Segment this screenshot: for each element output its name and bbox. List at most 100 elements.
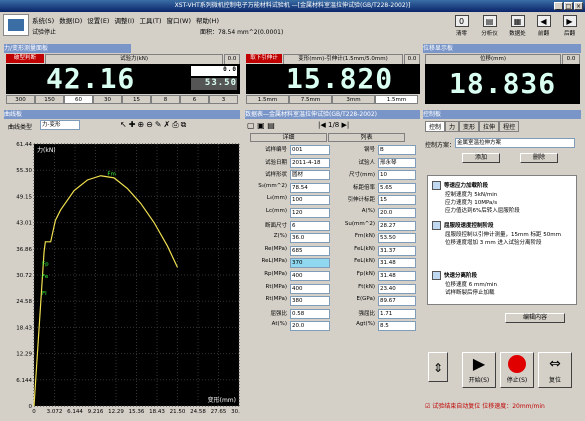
menu-data[interactable]: 数据(D) [59,15,82,25]
menu-bar: 系统(S) 数据(D) 设置(E) 调整(I) 工具(T) 窗口(W) 帮助(H… [32,15,219,25]
first-page-button[interactable]: |◀ [318,121,326,129]
row-value[interactable]: 20.0 [378,208,416,218]
row-value[interactable]: 89.67 [378,296,416,307]
tab-program[interactable]: 程控 [499,121,520,132]
cross-icon[interactable]: ✗ [164,120,173,129]
tab-control[interactable]: 控制 [425,121,446,132]
row-label: 标距倍率 [352,184,375,191]
row-value[interactable]: 370 [290,258,330,269]
save-icon[interactable]: ▤ [267,121,275,130]
row-value[interactable]: 2011-4-18 [290,157,330,168]
delete-button[interactable]: 删除 [520,153,558,163]
step-2-line-1: 屈服段控制以引伸计测量，15mm 标距 50mm [445,232,561,238]
rate-6[interactable]: 6 [180,95,209,104]
row-value[interactable]: 6 [290,220,330,231]
close-button[interactable]: × [574,2,583,10]
step-3-line-2: 试样断裂后停止加载 [445,290,495,296]
row-value[interactable]: 400 [290,271,330,281]
start-button[interactable]: ▶ 开始(S) [462,352,496,388]
stop-button[interactable]: 停止(S) [500,352,534,388]
row-value[interactable]: 31.48 [378,271,416,281]
row-value[interactable]: 31.37 [378,245,416,256]
step-1-line-3: 应力值达到6%后转入屈服阶段 [445,208,520,214]
rate-150[interactable]: 150 [35,95,64,104]
row-value[interactable]: 圆材 [290,170,330,181]
reset-label: 复位 [548,377,561,384]
open-icon[interactable]: ▣ [257,121,265,130]
stop-icon [508,355,526,373]
menu-tools[interactable]: 工具(T) [139,15,161,25]
speed-1[interactable]: 1.5mm [246,95,289,104]
tool-zero-label: 清零 [455,31,467,37]
row-value[interactable]: 53.50 [378,233,416,244]
edit-content-button[interactable]: 编辑内容 [505,313,565,323]
strain-off-tab[interactable]: 取下引伸计 [246,54,282,63]
rate-8[interactable]: 8 [151,95,180,104]
rate-15[interactable]: 15 [122,95,151,104]
row-value[interactable]: 100 [290,195,330,206]
row-value[interactable]: 5.65 [378,182,416,193]
row-value[interactable]: 380 [290,296,330,307]
row-value[interactable]: 邢永琴 [378,157,416,168]
auto-reset-option[interactable]: ☑ 试验结束自动复位 位移速度：20mm/min [425,401,545,410]
step-3[interactable]: 快速分离阶段 位移速度 6 mm/min 试样断裂后停止加载 [432,271,497,296]
pointer-icon[interactable]: ↖ [120,120,129,129]
rate-60[interactable]: 60 [64,95,93,104]
menu-help[interactable]: 帮助(H) [196,15,219,25]
row-value[interactable]: 20.0 [290,321,330,332]
maximize-button[interactable]: □ [564,2,573,10]
rate-3[interactable]: 3 [209,95,238,104]
new-icon[interactable]: ▢ [247,121,255,130]
print-icon[interactable]: ⎙ [172,120,180,129]
row-value[interactable]: 400 [290,283,330,294]
menu-window[interactable]: 窗口(W) [167,15,192,25]
row-value[interactable]: 31.48 [378,258,416,269]
tool-analyzer[interactable]: ▤ 分析仪 [476,14,503,42]
menu-adjust[interactable]: 调整(I) [114,15,134,25]
copy-icon[interactable]: ⧉ [181,120,189,129]
plan-select[interactable]: 金属室温拉伸方案 [455,138,575,148]
tool-data[interactable]: ▦ 数据处 [504,14,531,42]
tool-zero[interactable]: 0 清零 [448,14,475,42]
row-value[interactable]: 15 [378,195,416,206]
minimize-button[interactable]: _ [554,2,563,10]
row-value[interactable]: 10 [378,170,416,181]
force-clear-tab[interactable]: 破型判断 [6,54,44,63]
analyzer-icon: ▤ [482,15,497,27]
row-value[interactable]: 0.58 [290,308,330,319]
speed-4[interactable]: 1.5mm [375,95,418,104]
zoom-out-icon[interactable]: ⊖ [146,120,155,129]
pen-icon[interactable]: ✎ [155,120,164,129]
tab-tensile[interactable]: 拉伸 [479,121,500,132]
row-value[interactable]: 28.27 [378,220,416,231]
speed-3[interactable]: 3mm [332,95,375,104]
menu-system[interactable]: 系统(S) [32,15,54,25]
curve-type-select[interactable]: 力-变形 [40,120,80,130]
menu-settings[interactable]: 设置(E) [87,15,109,25]
row-value[interactable]: 001 [290,145,330,155]
tab-detail[interactable]: 详细 [250,133,327,142]
row-value[interactable]: 120 [290,208,330,218]
rate-300[interactable]: 300 [6,95,35,104]
row-value[interactable]: 685 [290,245,330,256]
updown-icon[interactable]: ⇕ [428,352,448,382]
tab-list[interactable]: 列表 [328,133,405,142]
tool-next[interactable]: ▶ 后翻 [556,14,583,42]
reset-button[interactable]: ⇔ 复位 [538,352,572,388]
row-value[interactable]: B [378,145,416,155]
tab-deform[interactable]: 变形 [459,121,480,132]
step-1[interactable]: 等速应力加载阶段 控制速度为 5kN/min 应力速度为 10MPa/s 应力值达到6… [432,181,520,214]
row-value[interactable]: 78.54 [290,182,330,193]
row-value[interactable]: 36.0 [290,233,330,244]
zoom-in-icon[interactable]: ⊕ [137,120,146,129]
tab-force[interactable]: 力 [445,121,460,132]
speed-2[interactable]: 7.5mm [289,95,332,104]
row-value[interactable]: 23.40 [378,283,416,294]
add-button[interactable]: 添加 [462,153,500,163]
step-2[interactable]: 屈服段速度控制阶段 屈服段控制以引伸计测量，15mm 标距 50mm 位移速度增加 … [432,221,561,246]
row-value[interactable]: 8.5 [378,321,416,332]
last-page-button[interactable]: ▶| [341,121,349,129]
row-value[interactable]: 1.71 [378,308,416,319]
rate-30[interactable]: 30 [93,95,122,104]
tool-prev[interactable]: ◀ 前翻 [530,14,557,42]
